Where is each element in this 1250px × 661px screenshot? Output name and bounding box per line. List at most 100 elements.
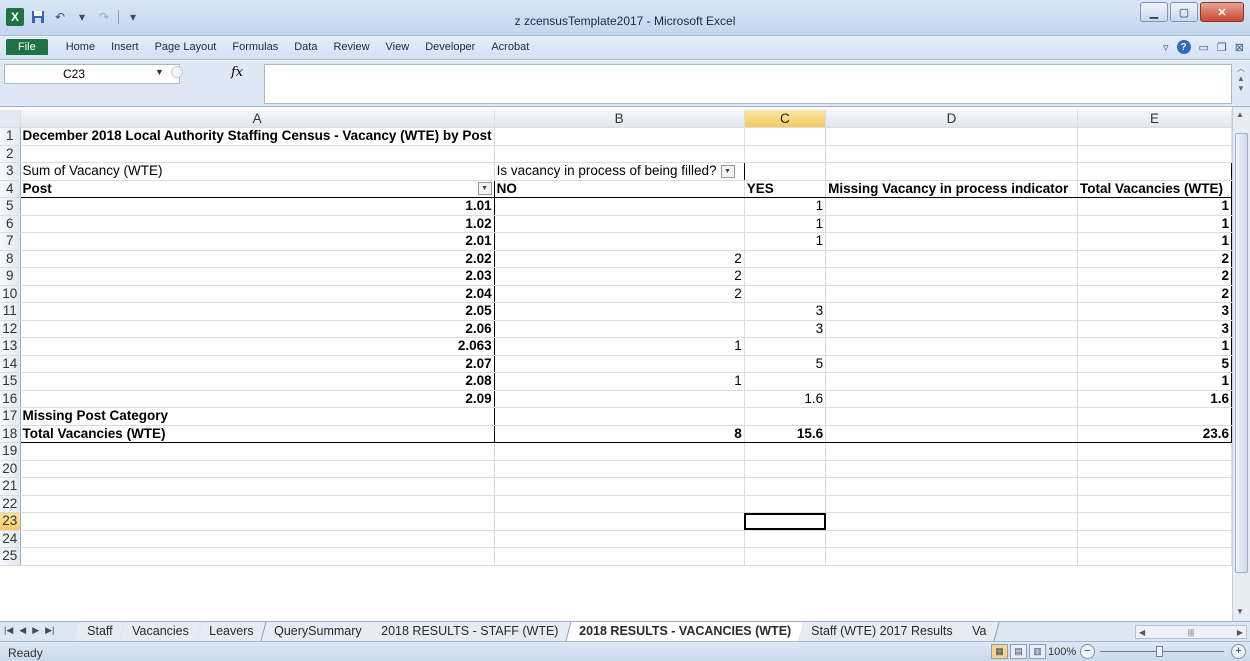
cell-b12[interactable]	[493, 320, 745, 338]
row-header[interactable]: 8	[0, 250, 21, 268]
cell-e1[interactable]	[1077, 127, 1232, 146]
cell-a7[interactable]: 2.01	[19, 232, 495, 251]
cell-a5[interactable]: 1.01	[19, 197, 495, 216]
cell-d1[interactable]	[825, 127, 1078, 146]
cell-d25[interactable]	[825, 547, 1078, 566]
cell-a15[interactable]: 2.08	[19, 372, 495, 391]
cell-e25[interactable]	[1077, 547, 1232, 566]
row-header[interactable]: 18	[0, 425, 21, 443]
pivot-filter-icon[interactable]: ▼	[477, 181, 492, 195]
cell-e23[interactable]	[1077, 512, 1232, 531]
formula-bar-scroll[interactable]: ︿ ▲ ▼	[1234, 64, 1248, 104]
row-header[interactable]: 24	[0, 530, 21, 548]
tab-formulas[interactable]: Formulas	[224, 39, 286, 55]
row-header[interactable]: 10	[0, 285, 21, 303]
last-sheet-icon[interactable]: ▶|	[45, 625, 54, 636]
cell-a25[interactable]	[20, 547, 495, 566]
cell-e11[interactable]: 3	[1076, 302, 1232, 321]
cell-d11[interactable]	[825, 302, 1078, 321]
row-header[interactable]: 17	[0, 407, 21, 426]
cell-c11[interactable]: 3	[744, 302, 827, 321]
row-header[interactable]: 4	[0, 180, 21, 198]
cell-e20[interactable]	[1077, 460, 1232, 478]
minimize-icon[interactable]: ▁	[1140, 2, 1168, 22]
pivot-field-dropdown-icon[interactable]: ▼	[720, 165, 735, 179]
cell-e5[interactable]: 1	[1076, 197, 1232, 216]
cell-b7[interactable]	[493, 232, 745, 251]
cell-c19[interactable]	[744, 442, 827, 461]
cell-c7[interactable]: 1	[744, 232, 827, 251]
cell-c6[interactable]: 1	[744, 215, 827, 233]
cell-e7[interactable]: 1	[1076, 232, 1232, 251]
formula-input[interactable]	[264, 64, 1232, 104]
worksheet-grid[interactable]: A B C D E 1 December 2018 Local Authority…	[0, 107, 1232, 621]
scroll-down-icon[interactable]: ▼	[1237, 84, 1245, 94]
cell-b9[interactable]: 2	[493, 267, 745, 286]
cell-d13[interactable]	[825, 337, 1078, 356]
row-header[interactable]: 19	[0, 442, 21, 461]
cell-c17[interactable]	[744, 407, 827, 426]
cell-c8[interactable]	[744, 250, 827, 268]
cell-d4[interactable]: Missing Vacancy in process indicator	[825, 180, 1078, 198]
row-header[interactable]: 12	[0, 320, 21, 338]
column-header-c[interactable]: C	[744, 110, 827, 128]
cell-b22[interactable]	[494, 495, 745, 513]
cell-b10[interactable]: 2	[493, 285, 745, 303]
cell-c21[interactable]	[744, 477, 827, 496]
cell-a4[interactable]: ▼ Post	[19, 180, 495, 198]
cell-b11[interactable]	[493, 302, 745, 321]
normal-view-icon[interactable]: ▦	[991, 644, 1008, 659]
vertical-scrollbar[interactable]: ▲ ▼	[1232, 107, 1250, 621]
cell-c20[interactable]	[744, 460, 827, 478]
tab-view[interactable]: View	[378, 39, 418, 55]
workbook-minimize-icon[interactable]: ▭	[1199, 41, 1209, 54]
cell-a17[interactable]: Missing Post Category	[19, 407, 495, 426]
cell-e22[interactable]	[1077, 495, 1232, 513]
row-header[interactable]: 11	[0, 302, 21, 321]
zoom-level[interactable]: 100%	[1048, 646, 1076, 658]
sheet-tab[interactable]: Staff (WTE) 2017 Results	[798, 622, 966, 641]
page-layout-view-icon[interactable]: ▤	[1010, 644, 1027, 659]
cell-b4[interactable]: NO	[493, 180, 745, 198]
cell-b20[interactable]	[494, 460, 745, 478]
cell-b18[interactable]: 8	[493, 424, 745, 443]
cell-a23[interactable]	[20, 512, 495, 531]
cell-e19[interactable]	[1077, 442, 1232, 461]
row-header[interactable]: 7	[0, 232, 21, 251]
cell-c2[interactable]	[744, 145, 827, 163]
formula-cancel-icon[interactable]	[171, 66, 183, 78]
cell-c1[interactable]	[744, 127, 827, 146]
cell-d14[interactable]	[825, 355, 1078, 373]
cell-d7[interactable]	[825, 232, 1078, 251]
cell-e15[interactable]: 1	[1076, 372, 1232, 391]
scroll-right-icon[interactable]: ▶	[1237, 628, 1243, 637]
cell-a21[interactable]	[20, 477, 495, 496]
row-header[interactable]: 23	[0, 512, 21, 531]
row-header[interactable]: 6	[0, 215, 21, 233]
cell-d6[interactable]	[825, 215, 1078, 233]
workbook-restore-icon[interactable]: ❐	[1217, 41, 1227, 54]
cell-e8[interactable]: 2	[1076, 250, 1232, 268]
cell-a18[interactable]: Total Vacancies (WTE)	[19, 424, 495, 443]
cell-d10[interactable]	[825, 285, 1078, 303]
cell-e17[interactable]	[1076, 407, 1232, 426]
cell-b23[interactable]	[494, 512, 745, 531]
cell-e6[interactable]: 1	[1076, 215, 1232, 233]
select-all-corner[interactable]	[0, 110, 21, 128]
cell-c22[interactable]	[744, 495, 827, 513]
row-header[interactable]: 21	[0, 477, 21, 496]
tab-page-layout[interactable]: Page Layout	[147, 39, 225, 55]
cell-b13[interactable]: 1	[493, 337, 745, 356]
cell-a6[interactable]: 1.02	[19, 215, 495, 233]
column-header-e[interactable]: E	[1077, 110, 1232, 128]
sheet-tab[interactable]: 2018 RESULTS - STAFF (WTE)	[368, 622, 573, 641]
sheet-tab[interactable]: Leavers	[196, 622, 268, 641]
cell-b16[interactable]	[493, 390, 745, 408]
zoom-slider-thumb[interactable]	[1156, 646, 1163, 657]
horizontal-scrollbar[interactable]: ◀ ||| ▶	[1135, 625, 1247, 639]
cell-a13[interactable]: 2.063	[19, 337, 495, 356]
cell-e18[interactable]: 23.6	[1076, 424, 1232, 443]
sheet-tab[interactable]: Vacancies	[119, 622, 203, 641]
cell-b17[interactable]	[493, 407, 745, 426]
cell-c23[interactable]	[744, 512, 827, 531]
